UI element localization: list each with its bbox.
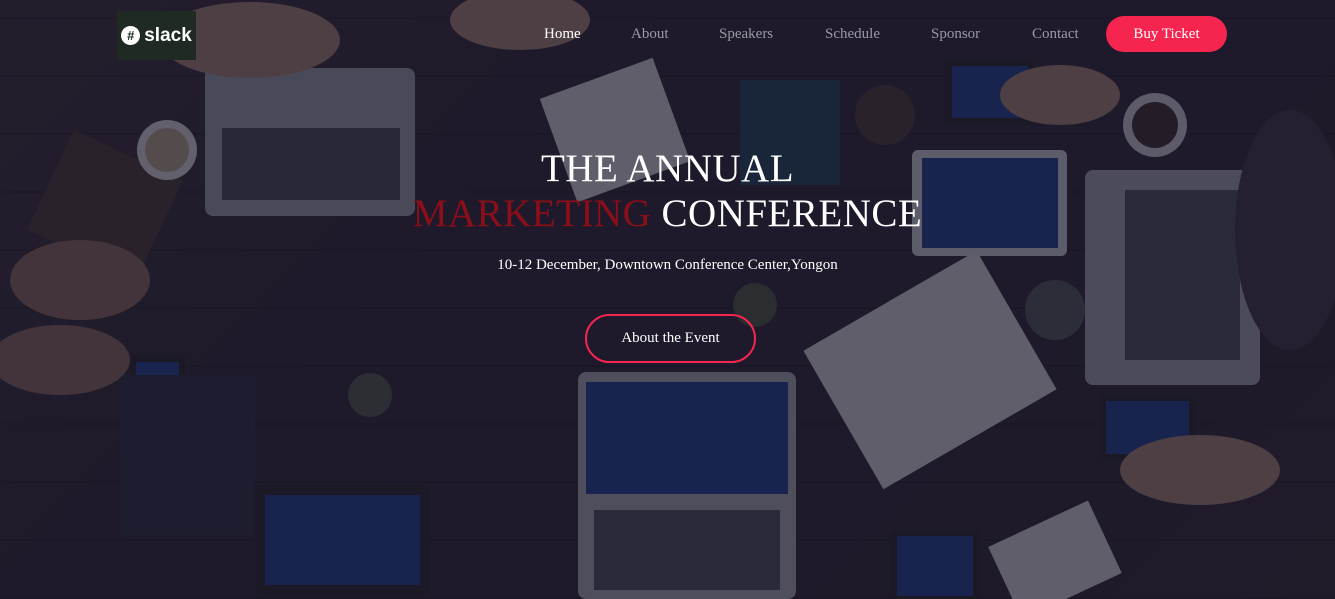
nav-about[interactable]: About — [631, 26, 669, 43]
brand-logo[interactable]: # slack — [117, 11, 196, 60]
slack-hash-icon: # — [121, 26, 141, 45]
hero-section: THE ANNUAL MARKETING CONFERENCE 10-12 De… — [0, 146, 1335, 274]
dark-overlay — [0, 0, 1335, 599]
event-date-location: 10-12 December, Downtown Conference Cent… — [497, 257, 838, 273]
nav-contact[interactable]: Contact — [1032, 26, 1079, 43]
nav-schedule[interactable]: Schedule — [825, 26, 880, 43]
about-event-button[interactable]: About the Event — [585, 314, 756, 363]
hero-title-line2: MARKETING CONFERENCE — [0, 191, 1335, 237]
hero-title-rest: CONFERENCE — [651, 192, 923, 235]
hero-title-accent: MARKETING — [412, 192, 652, 235]
nav-speakers[interactable]: Speakers — [719, 26, 773, 43]
hero-title-line1: THE ANNUAL — [540, 147, 795, 190]
nav-sponsor[interactable]: Sponsor — [931, 26, 980, 43]
buy-ticket-button[interactable]: Buy Ticket — [1106, 16, 1227, 52]
brand-name: slack — [144, 24, 192, 46]
nav-home[interactable]: Home — [544, 26, 581, 43]
